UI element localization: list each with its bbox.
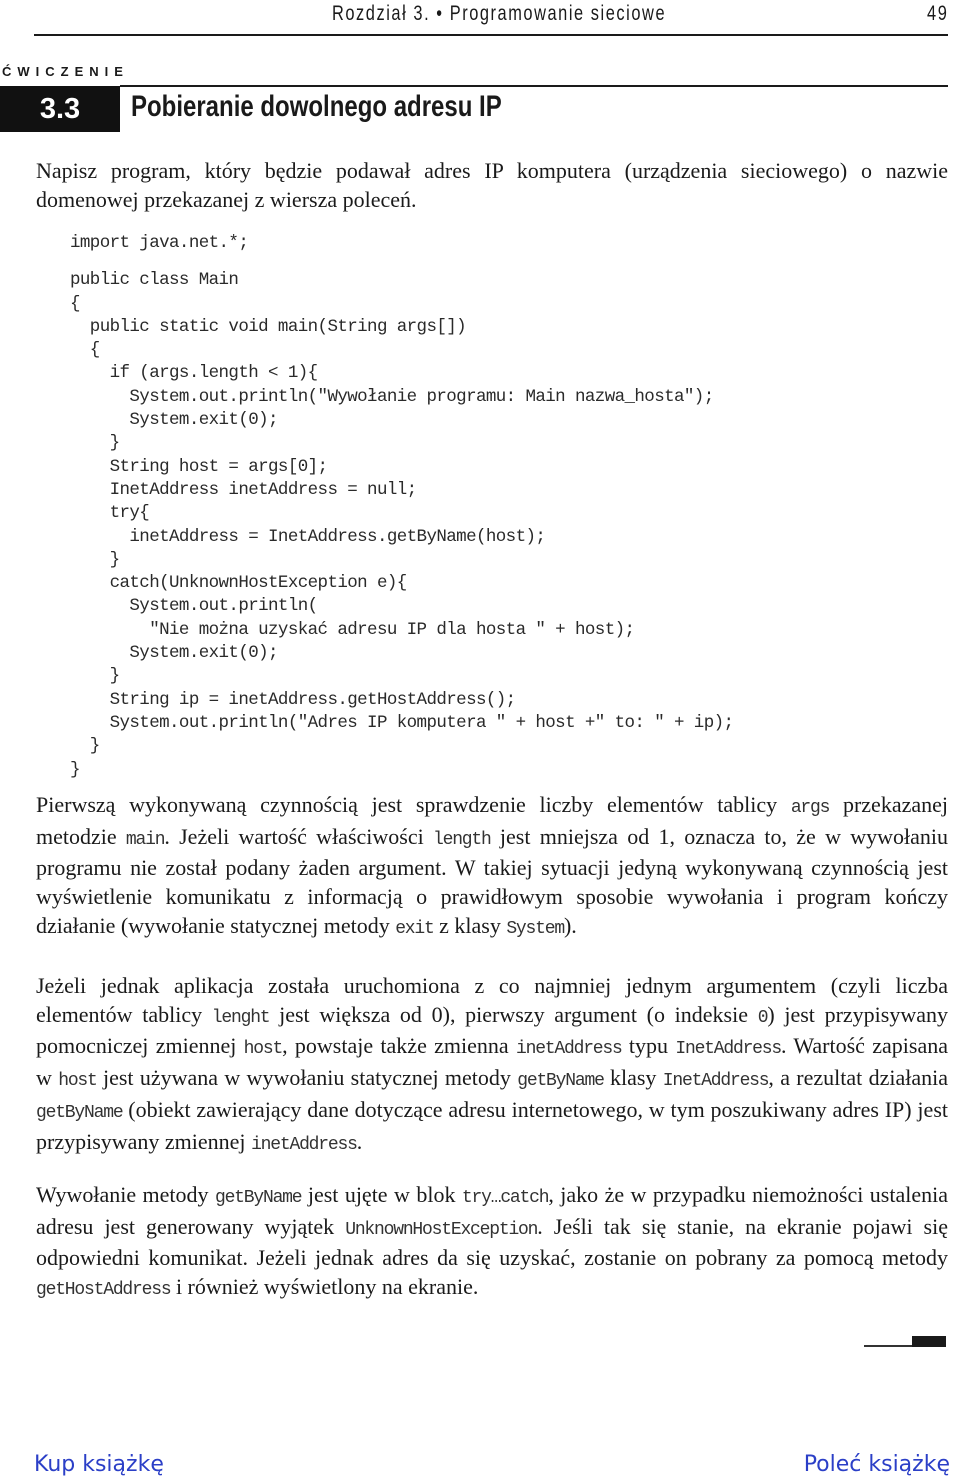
code-line: String host = args[0];: [70, 456, 328, 477]
code-line: if (args.length < 1){: [70, 363, 319, 384]
inline-code: getByName: [517, 1071, 605, 1092]
inline-code: lenght: [211, 1007, 271, 1028]
body-paragraph: Wywołanie metody getByName jest ujęte w …: [36, 1181, 948, 1305]
code-line: public static void main(String args[]): [70, 316, 467, 337]
code-line: {: [70, 340, 101, 361]
code-line: System.out.println(: [70, 596, 318, 617]
code-line: System.out.println("Adres IP komputera "…: [70, 712, 734, 733]
end-of-exercise-marker: [912, 1336, 946, 1347]
inline-code: InetAddress: [675, 1039, 782, 1060]
inline-code: InetAddress: [662, 1071, 770, 1092]
code-line: "Nie można uzyskać adresu IP dla hosta "…: [70, 619, 635, 640]
code-listing: import java.net.*; public class Main{ pub…: [70, 232, 734, 782]
exercise-divider: [120, 85, 948, 87]
inline-code: length: [433, 829, 492, 850]
code-line: public class Main: [70, 270, 239, 291]
end-of-exercise-rule: [864, 1345, 914, 1347]
inline-code: args: [790, 798, 831, 818]
code-line: {: [70, 293, 81, 314]
buy-book-link[interactable]: Kup książkę: [34, 1452, 164, 1477]
paragraph-text: .: [356, 1128, 363, 1154]
code-line: inetAddress = InetAddress.getByName(host…: [70, 526, 546, 547]
code-line: }: [70, 549, 121, 570]
chapter-title: Rozdział 3. • Programowanie sieciowe: [332, 2, 667, 25]
intro-paragraph: Napisz program, który będzie podawał adr…: [36, 158, 948, 212]
body-paragraph: Jeżeli jednak aplikacja została uruchomi…: [36, 972, 948, 1159]
paragraph-text: . Jeżeli wartość właściwości: [164, 823, 433, 849]
running-header: Rozdział 3. • Programowanie sieciowe 49: [34, 0, 948, 36]
exercise-title: Pobieranie dowolnego adresu IP: [131, 90, 502, 123]
paragraph-text: i również wyświetlony na ekranie.: [170, 1274, 479, 1300]
code-line: }: [70, 759, 81, 780]
inline-code: getHostAddress: [36, 1280, 172, 1301]
code-line: String ip = inetAddress.getHostAddress()…: [70, 689, 517, 710]
exercise-label: ĆWICZENIE: [2, 64, 129, 79]
code-line: try{: [70, 503, 150, 524]
paragraph-text: z klasy: [433, 912, 507, 938]
inline-code: host: [243, 1039, 284, 1060]
paragraph-text: ).: [563, 912, 577, 938]
inline-code: UnknownHostException: [345, 1219, 538, 1240]
code-line: System.exit(0);: [70, 410, 278, 431]
code-line: catch(UnknownHostException e){: [70, 573, 408, 594]
paragraph-text: klasy: [603, 1065, 663, 1091]
exercise-number: 3.3: [39, 92, 81, 125]
paragraph-text: jest większa od 0), pierwszy argument (o…: [269, 1001, 758, 1027]
inline-code: exit: [395, 918, 435, 939]
inline-code: System: [506, 918, 565, 939]
code-line: }: [70, 736, 101, 757]
page-number: 49: [926, 2, 948, 25]
paragraph-text: jest ujęte w blok: [301, 1182, 462, 1207]
code-line: }: [70, 433, 121, 454]
inline-code: getByName: [214, 1188, 303, 1208]
code-line: System.out.println("Wywołanie programu: …: [70, 386, 714, 407]
inline-code: host: [58, 1071, 98, 1092]
inline-code: 0: [757, 1007, 769, 1028]
paragraph-text: , a rezultat działania: [768, 1065, 948, 1091]
inline-code: try…catch: [461, 1188, 550, 1208]
paragraph-text: (obiekt zawierający dane dotyczące adres…: [36, 1096, 948, 1154]
inline-code: getByName: [36, 1102, 124, 1123]
code-line: InetAddress inetAddress = null;: [70, 479, 418, 500]
paragraph-text: , powstaje także zmienna: [282, 1033, 516, 1059]
paragraph-text: Wywołanie metody: [36, 1182, 215, 1207]
code-line: import java.net.*;: [70, 233, 249, 253]
inline-code: main: [125, 829, 166, 850]
code-line: System.exit(0);: [70, 643, 278, 664]
inline-code: inetAddress: [515, 1039, 623, 1060]
inline-code: inetAddress: [251, 1134, 358, 1155]
paragraph-text: typu: [621, 1033, 676, 1059]
exercise-number-badge: 3.3: [0, 86, 120, 132]
recommend-book-link[interactable]: Poleć książkę: [804, 1452, 950, 1477]
body-paragraph: Pierwszą wykonywaną czynnością jest spra…: [36, 791, 948, 944]
code-line: }: [70, 666, 121, 687]
paragraph-text: jest używana w wywołaniu statycznej meto…: [96, 1065, 518, 1091]
paragraph-text: Pierwszą wykonywaną czynnością jest spra…: [36, 792, 791, 817]
